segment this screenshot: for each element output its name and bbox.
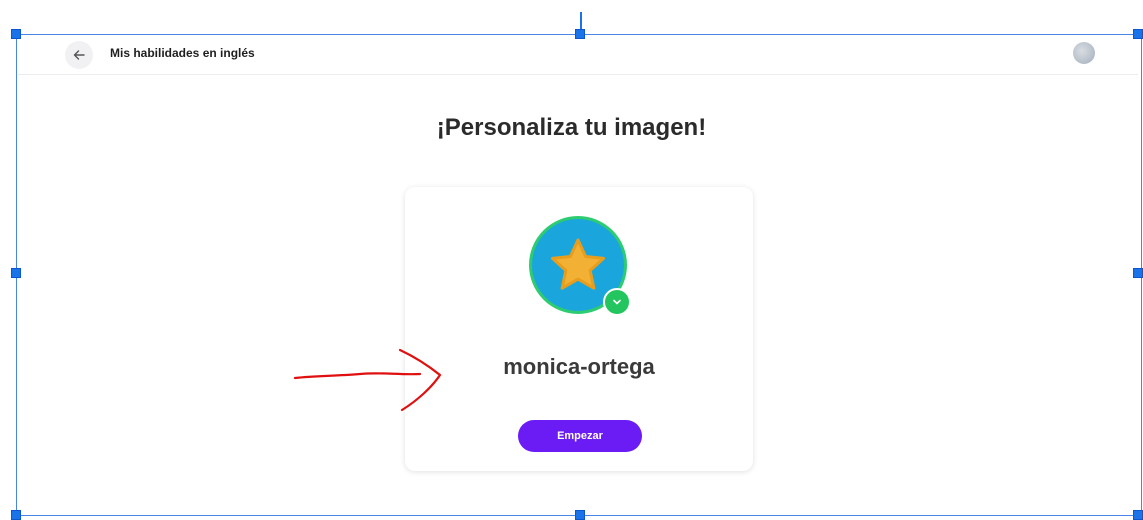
resize-handle-bottom-right[interactable] xyxy=(1133,510,1143,520)
resize-handle-middle-right[interactable] xyxy=(1133,268,1143,278)
resize-handle-top-right[interactable] xyxy=(1133,29,1143,39)
resize-handle-bottom-left[interactable] xyxy=(11,510,21,520)
editor-canvas: Mis habilidades en inglés ¡Personaliza t… xyxy=(0,0,1143,520)
resize-handle-bottom-center[interactable] xyxy=(575,510,585,520)
resize-handle-top-center[interactable] xyxy=(575,29,585,39)
resize-handle-top-left[interactable] xyxy=(11,29,21,39)
selection-frame xyxy=(16,34,1142,516)
resize-handle-middle-left[interactable] xyxy=(11,268,21,278)
